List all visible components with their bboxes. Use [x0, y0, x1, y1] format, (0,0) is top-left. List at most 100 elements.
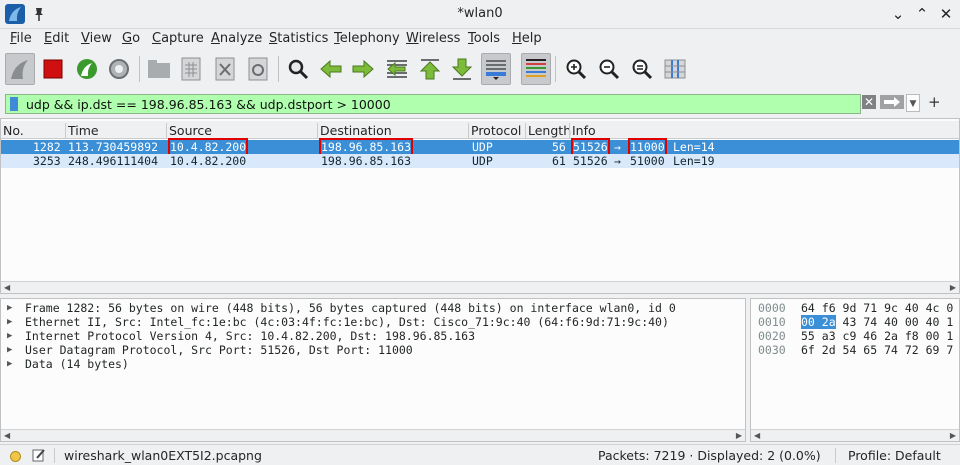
menu-file[interactable]: File	[10, 31, 32, 46]
byte-offset: 0030	[758, 343, 786, 357]
arrow-up-icon	[419, 59, 441, 80]
zoom-out-icon	[599, 59, 620, 80]
expand-arrow-icon[interactable]: ▶	[7, 301, 12, 315]
cell-time: 248.496111404	[68, 154, 159, 168]
byte-hex-selected: 00 2a	[801, 315, 836, 329]
edit-comment-icon[interactable]	[32, 448, 46, 462]
filter-text: udp && ip.dst == 198.96.85.163 && udp.ds…	[26, 97, 391, 112]
scroll-left-icon[interactable]: ◀	[4, 431, 10, 440]
display-filter-input[interactable]: udp && ip.dst == 198.96.85.163 && udp.ds…	[5, 94, 861, 114]
menu-analyze[interactable]: Analyze	[211, 31, 262, 46]
cell-time: 113.730459892	[68, 140, 159, 154]
add-filter-button[interactable]: +	[928, 93, 941, 111]
apply-filter-button[interactable]	[880, 95, 904, 109]
column-protocol[interactable]: Protocol	[468, 123, 521, 139]
details-hscrollbar[interactable]: ◀ ▶	[1, 429, 745, 441]
menu-capture[interactable]: Capture	[152, 31, 204, 46]
first-packet-button[interactable]	[415, 53, 445, 85]
packet-row-selected[interactable]: 1282 113.730459892 10.4.82.200 198.96.85…	[1, 138, 959, 156]
cell-source: 10.4.82.200	[170, 154, 247, 168]
column-time[interactable]: Time	[65, 123, 99, 139]
menu-statistics[interactable]: Statistics	[269, 31, 328, 46]
byte-offset: 0000	[758, 301, 786, 315]
scroll-left-icon[interactable]: ◀	[4, 283, 10, 292]
clear-filter-icon[interactable]: ✕	[862, 95, 876, 109]
document-grid-icon	[181, 57, 201, 81]
detail-ip[interactable]: ▶ Internet Protocol Version 4, Src: 10.4.…	[7, 329, 475, 343]
menu-wireless[interactable]: Wireless	[406, 31, 460, 46]
bytes-hscrollbar[interactable]: ◀ ▶	[751, 429, 959, 441]
title-bar: *wlan0 ⌄ ⌃ ✕	[0, 0, 960, 29]
packet-list-hscrollbar[interactable]: ◀ ▶	[1, 281, 959, 293]
reload-file-button[interactable]	[243, 53, 273, 85]
open-file-button[interactable]	[144, 53, 174, 85]
expand-arrow-icon[interactable]: ▶	[7, 343, 12, 357]
cell-source: 10.4.82.200	[167, 138, 249, 156]
menu-view[interactable]: View	[81, 31, 112, 46]
scroll-right-icon[interactable]: ▶	[736, 431, 742, 440]
bookmark-icon[interactable]	[10, 97, 18, 111]
restart-capture-button[interactable]	[72, 53, 102, 85]
profile-label[interactable]: Profile: Default	[848, 448, 941, 463]
go-forward-button[interactable]	[348, 53, 378, 85]
zoom-in-button[interactable]	[561, 53, 591, 85]
go-to-packet-button[interactable]	[382, 53, 412, 85]
byte-row[interactable]: 55 a3 c9 46 2a f8 00 1	[801, 329, 953, 343]
column-destination[interactable]: Destination	[317, 123, 392, 139]
filter-history-dropdown[interactable]: ▼	[906, 94, 920, 112]
detail-udp[interactable]: ▶ User Datagram Protocol, Src Port: 51526…	[7, 343, 413, 357]
byte-offset: 0020	[758, 329, 786, 343]
zoom-out-button[interactable]	[594, 53, 624, 85]
detail-udp-text: User Datagram Protocol, Src Port: 51526,…	[25, 343, 413, 357]
detail-frame[interactable]: ▶ Frame 1282: 56 bytes on wire (448 bits)…	[7, 301, 676, 315]
menu-edit[interactable]: Edit	[44, 31, 69, 46]
column-source[interactable]: Source	[166, 123, 212, 139]
menu-help[interactable]: Help	[512, 31, 542, 46]
arrow-left-icon	[320, 59, 342, 79]
packet-count: Packets: 7219 · Displayed: 2 (0.0%)	[598, 448, 821, 463]
close-icon[interactable]: ✕	[937, 5, 955, 23]
scroll-right-icon[interactable]: ▶	[950, 283, 956, 292]
scroll-right-icon[interactable]: ▶	[950, 431, 956, 440]
column-info[interactable]: Info	[569, 123, 596, 139]
column-length[interactable]: Length	[525, 123, 571, 139]
packet-details-pane: ▶ Frame 1282: 56 bytes on wire (448 bits)…	[0, 298, 746, 442]
menu-telephony[interactable]: Telephony	[334, 31, 400, 46]
byte-row[interactable]: 00 2a 43 74 40 00 40 1	[801, 315, 953, 329]
detail-ethernet[interactable]: ▶ Ethernet II, Src: Intel_fc:1e:bc (4c:03…	[7, 315, 669, 329]
byte-hex: 6f 2d 54 65 74 72 69 7	[801, 343, 954, 357]
expand-arrow-icon[interactable]: ▶	[7, 315, 12, 329]
last-packet-button[interactable]	[447, 53, 477, 85]
go-back-button[interactable]	[316, 53, 346, 85]
cell-length: 61	[552, 154, 566, 168]
byte-row[interactable]: 6f 2d 54 65 74 72 69 7	[801, 343, 953, 357]
detail-data[interactable]: ▶ Data (14 bytes)	[7, 357, 129, 371]
menu-go[interactable]: Go	[122, 31, 140, 46]
minimize-icon[interactable]: ⌄	[889, 5, 907, 23]
scroll-left-icon[interactable]: ◀	[754, 431, 760, 440]
colorize-button[interactable]	[521, 53, 551, 85]
packet-list: No. Time Source Destination Protocol Len…	[0, 118, 960, 294]
cell-dst-port: 51000	[630, 154, 665, 168]
zoom-reset-button[interactable]	[627, 53, 657, 85]
capture-options-button[interactable]	[104, 53, 134, 85]
autoscroll-button[interactable]	[481, 53, 511, 85]
maximize-icon[interactable]: ⌃	[913, 5, 931, 23]
byte-row[interactable]: 64 f6 9d 71 9c 40 4c 0	[801, 301, 953, 315]
stop-capture-button[interactable]	[38, 53, 68, 85]
close-file-button[interactable]	[210, 53, 240, 85]
packet-row[interactable]: 3253 248.496111404 10.4.82.200 198.96.85…	[1, 154, 959, 168]
cell-destination: 198.96.85.163	[321, 154, 412, 168]
column-no[interactable]: No.	[1, 123, 24, 139]
start-capture-button[interactable]	[5, 53, 35, 85]
arrow-right-icon	[884, 97, 900, 107]
find-packet-button[interactable]	[283, 53, 313, 85]
cell-dst-port: 11000	[628, 138, 667, 156]
menu-tools[interactable]: Tools	[468, 31, 500, 46]
resize-columns-button[interactable]	[660, 53, 690, 85]
save-file-button[interactable]	[176, 53, 206, 85]
expand-arrow-icon[interactable]: ▶	[7, 357, 12, 371]
expand-arrow-icon[interactable]: ▶	[7, 329, 12, 343]
expert-info-icon[interactable]	[10, 451, 21, 462]
display-filter-bar: udp && ip.dst == 198.96.85.163 && udp.ds…	[0, 91, 960, 117]
